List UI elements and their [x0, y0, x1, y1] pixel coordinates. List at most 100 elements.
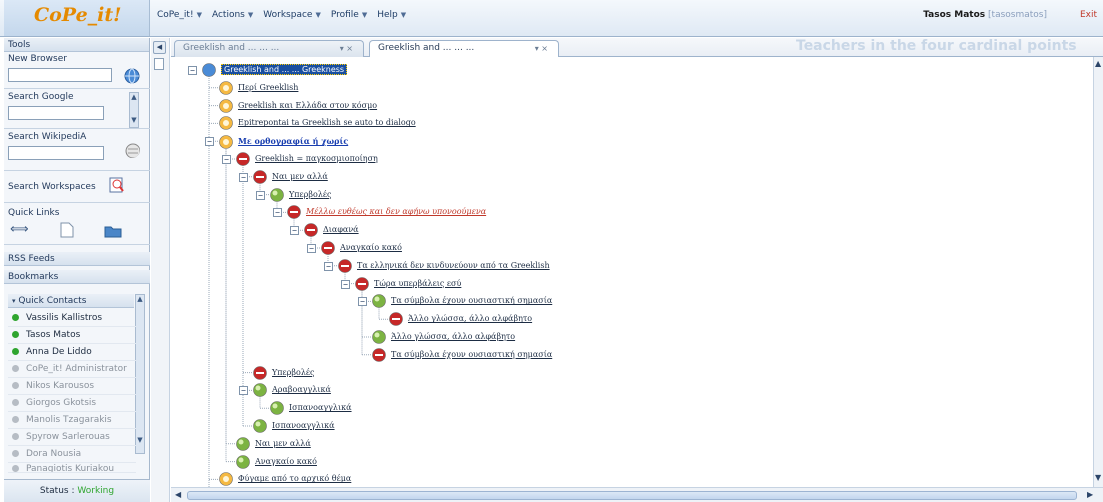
tree-node[interactable]: − Ναι μεν αλλά	[239, 169, 328, 184]
tree-node[interactable]: − Υπερβολές	[256, 187, 332, 202]
search-google-input[interactable]	[8, 106, 104, 120]
horizontal-scrollbar[interactable]: ◀ ▶	[171, 487, 1103, 502]
tree-node-label[interactable]: Greeklish και Ελλάδα στον κόσμο	[238, 101, 377, 110]
tree-node[interactable]: Άλλο γλώσσα, άλλο αλφάβητο	[371, 330, 515, 344]
menu-help[interactable]: Help ▼	[374, 10, 409, 20]
contact-item[interactable]: Panagiotis Kuriakou	[8, 463, 136, 473]
tree-node[interactable]: − Τα ελληνικά δεν κινδυνεύουν από τα Gree…	[324, 258, 550, 273]
con-position-icon[interactable]	[371, 347, 387, 362]
tree-node-label[interactable]: Epitrepontai ta Greeklish se auto to dia…	[238, 118, 416, 127]
pro-position-icon[interactable]	[235, 454, 251, 469]
tree-node[interactable]: − Greeklish = παγκοσμιοποίηση	[222, 152, 378, 166]
contact-item[interactable]: Anna De Liddo	[8, 344, 136, 361]
collapse-toggle-icon[interactable]: −	[205, 137, 214, 147]
tree-node-label[interactable]: Ισπανοαγγλικά	[272, 421, 335, 430]
tree-node-label[interactable]: Greeklish and ... ... Greekness	[221, 64, 348, 75]
arrows-horizontal-icon[interactable]: ⟺	[10, 222, 29, 237]
wikipedia-globe-icon[interactable]	[124, 142, 140, 158]
tree-node[interactable]: Ισπανοαγγλικά	[252, 419, 335, 433]
collapse-toggle-icon[interactable]: −	[358, 297, 367, 307]
pro-position-icon[interactable]	[371, 294, 387, 309]
tree-node-label[interactable]: Άλλο γλώσσα, άλλο αλφάβητο	[391, 332, 515, 341]
pro-position-icon[interactable]	[252, 419, 268, 433]
pro-position-icon[interactable]	[252, 383, 268, 398]
chevron-down-icon[interactable]: ▼	[1095, 473, 1101, 482]
issue-icon[interactable]	[218, 472, 234, 487]
collapse-toggle-icon[interactable]: −	[222, 155, 231, 164]
tree-node-label[interactable]: Υπερβολές	[272, 368, 315, 377]
con-position-icon[interactable]	[388, 312, 404, 326]
tree-node-label[interactable]: Ισπανοαγγλικά	[289, 403, 352, 412]
tree-node-label[interactable]: Με ορθογραφία ή χωρίς	[238, 136, 348, 146]
collapse-toggle-icon[interactable]: −	[307, 244, 316, 253]
contact-item[interactable]: Vassilis Kallistros	[8, 310, 136, 327]
root-globe-icon[interactable]	[201, 63, 217, 77]
tree-node-label[interactable]: Αναγκαίο κακό	[340, 243, 402, 252]
issue-icon[interactable]	[218, 98, 234, 113]
con-position-icon[interactable]	[303, 223, 319, 237]
con-position-icon[interactable]	[252, 169, 268, 184]
chevron-up-icon[interactable]: ▲	[1095, 59, 1101, 68]
tree-node[interactable]: − Τα σύμβολα έχουν ουσιαστική σημασία	[358, 294, 552, 309]
tree-node[interactable]: Περί Greeklish	[218, 80, 298, 95]
contacts-scrollbar[interactable]: ▲ ▼	[135, 294, 145, 454]
collapse-sidebar-button[interactable]: ◀	[153, 41, 166, 54]
tree-node[interactable]: − Διαφανά	[290, 223, 359, 237]
menu-actions[interactable]: Actions ▼	[209, 10, 256, 20]
scrollbar-thumb[interactable]	[187, 491, 1077, 500]
collapse-toggle-icon[interactable]: −	[239, 172, 248, 182]
contact-item[interactable]: Spyrow Sarlerouas	[8, 429, 136, 446]
tree-node[interactable]: Άλλο γλώσσα, άλλο αλφάβητο	[388, 312, 532, 326]
tree-node-label[interactable]: Τα ελληνικά δεν κινδυνεύουν από τα Greek…	[357, 261, 550, 270]
tree-node[interactable]: Greeklish και Ελλάδα στον κόσμο	[218, 98, 377, 113]
menu-workspace[interactable]: Workspace ▼	[260, 10, 324, 20]
tree-node-label[interactable]: Ναι μεν αλλά	[272, 172, 328, 181]
pro-position-icon[interactable]	[269, 401, 285, 415]
tree-node[interactable]: − Αραβοαγγλικά	[239, 383, 331, 398]
con-position-icon[interactable]	[235, 152, 251, 166]
tree-node-label[interactable]: Φύγαμε από το αρχικό θέμα	[238, 474, 351, 483]
user-handle[interactable]: [tasosmatos]	[988, 10, 1047, 20]
tree-node[interactable]: − Greeklish and ... ... Greekness	[188, 63, 348, 77]
con-position-icon[interactable]	[337, 258, 353, 273]
collapse-toggle-icon[interactable]: −	[290, 226, 299, 236]
tab-close-icon[interactable]: ▾ ×	[535, 41, 548, 56]
tree-node-label[interactable]: Τώρα υπερβάλεις εσύ	[374, 279, 461, 288]
search-workspaces-icon[interactable]	[108, 176, 126, 194]
tree-node[interactable]: Υπερβολές	[252, 365, 315, 380]
issue-icon[interactable]	[218, 135, 234, 149]
menu-copeit[interactable]: CoPe_it! ▼	[154, 10, 205, 20]
tree-node[interactable]: Φύγαμε από το αρχικό θέμα	[218, 472, 351, 487]
document-icon[interactable]	[154, 58, 164, 70]
tree-node[interactable]: Αναγκαίο κακό	[235, 454, 317, 469]
bookmarks-title[interactable]: Bookmarks	[4, 270, 150, 284]
contact-item[interactable]: Tasos Matos	[8, 327, 136, 344]
contact-item[interactable]: Dora Nousia	[8, 446, 136, 463]
tree-node-label[interactable]: Αναγκαίο κακό	[255, 457, 317, 466]
tree-node-label[interactable]: Greeklish = παγκοσμιοποίηση	[255, 154, 378, 163]
tree-node-label[interactable]: Περί Greeklish	[238, 83, 298, 92]
contact-item[interactable]: Giorgos Gkotsis	[8, 395, 136, 412]
contact-item[interactable]: Manolis Tzagarakis	[8, 412, 136, 429]
menu-profile[interactable]: Profile ▼	[328, 10, 370, 20]
tree-node[interactable]: Ναι μεν αλλά	[235, 436, 311, 451]
vertical-scrollbar[interactable]: ▲ ▼	[1093, 57, 1103, 487]
tools-panel-title[interactable]: Tools	[4, 38, 149, 52]
tree-node-label[interactable]: Ναι μεν αλλά	[255, 439, 311, 448]
globe-icon[interactable]	[124, 68, 140, 84]
contact-item[interactable]: CoPe_it! Administrator	[8, 361, 136, 378]
con-position-icon[interactable]	[354, 276, 370, 291]
tree-node[interactable]: Τα σύμβολα έχουν ουσιαστική σημασία	[371, 347, 552, 362]
tab-close-icon[interactable]: ▾ ×	[340, 41, 353, 56]
tree-node-label[interactable]: Αραβοαγγλικά	[272, 385, 331, 394]
chevron-left-icon[interactable]: ◀	[175, 490, 181, 499]
page-icon[interactable]	[60, 222, 74, 238]
collapse-toggle-icon[interactable]: −	[256, 190, 265, 200]
rss-feeds-title[interactable]: RSS Feeds	[4, 252, 150, 266]
search-wikipedia-input[interactable]	[8, 146, 104, 160]
tree-node[interactable]: Ισπανοαγγλικά	[269, 401, 352, 415]
tree-node-label[interactable]: Τα σύμβολα έχουν ουσιαστική σημασία	[391, 350, 552, 359]
app-logo[interactable]: CoPe_it!	[4, 0, 150, 36]
quick-contacts-title[interactable]: ▾ Quick Contacts	[8, 294, 134, 308]
contact-item[interactable]: Nikos Karousos	[8, 378, 136, 395]
